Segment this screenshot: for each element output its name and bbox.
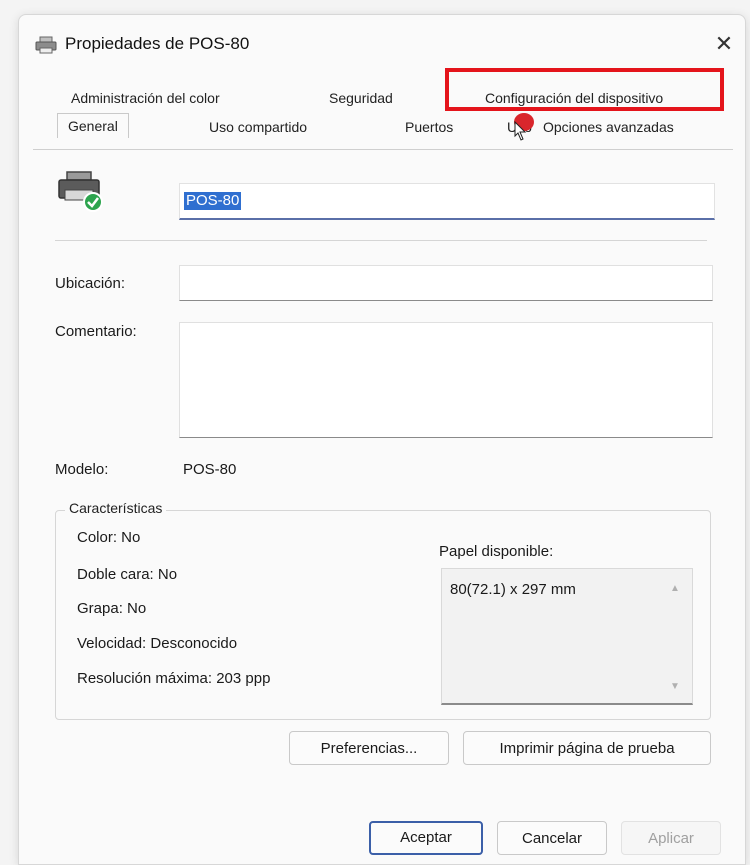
printer-name-text: POS-80 xyxy=(184,192,242,210)
printer-name-input[interactable]: POS-80 xyxy=(179,183,715,220)
apply-button[interactable]: Aplicar xyxy=(621,821,721,855)
model-label: Modelo: xyxy=(55,461,109,478)
mouse-cursor-icon xyxy=(514,121,527,141)
tab-sharing[interactable]: Uso compartido xyxy=(209,119,307,135)
printer-properties-dialog: Propiedades de POS-80 ✕ Administración d… xyxy=(18,14,746,865)
comment-textarea[interactable] xyxy=(179,322,713,438)
separator xyxy=(55,240,707,241)
paper-available-label: Papel disponible: xyxy=(439,543,554,560)
tab-advanced[interactable]: Opciones avanzadas xyxy=(543,119,674,135)
paper-listbox[interactable]: 80(72.1) x 297 mm ▲ ▼ xyxy=(441,568,693,705)
printer-ready-icon xyxy=(58,171,103,212)
tab-ports[interactable]: Puertos xyxy=(405,119,453,135)
location-label: Ubicación: xyxy=(55,275,126,292)
print-test-page-button[interactable]: Imprimir página de prueba xyxy=(463,731,711,765)
scroll-down-icon[interactable]: ▼ xyxy=(670,681,680,692)
feature-resolution: Resolución máxima: 203 ppp xyxy=(77,670,271,687)
scroll-up-icon[interactable]: ▲ xyxy=(670,583,680,594)
feature-staple: Grapa: No xyxy=(77,600,147,617)
feature-color: Color: No xyxy=(77,529,141,546)
model-value: POS-80 xyxy=(183,461,237,478)
features-group-title: Características xyxy=(65,500,167,516)
list-item[interactable]: 80(72.1) x 297 mm xyxy=(450,581,576,598)
tab-security[interactable]: Seguridad xyxy=(329,90,393,106)
highlight-annotation xyxy=(445,68,724,111)
preferences-button[interactable]: Preferencias... xyxy=(289,731,449,765)
printer-icon xyxy=(35,36,57,54)
feature-speed: Velocidad: Desconocido xyxy=(77,635,238,652)
location-input[interactable] xyxy=(179,265,713,301)
cancel-button[interactable]: Cancelar xyxy=(497,821,607,855)
window-title: Propiedades de POS-80 xyxy=(65,34,250,53)
title-bar: Propiedades de POS-80 ✕ xyxy=(19,15,745,73)
tab-general[interactable]: General xyxy=(57,113,129,138)
feature-duplex: Doble cara: No xyxy=(77,566,178,583)
close-icon: ✕ xyxy=(714,31,734,56)
ok-button[interactable]: Aceptar xyxy=(369,821,483,855)
close-button[interactable]: ✕ xyxy=(709,29,739,59)
comment-label: Comentario: xyxy=(55,323,137,340)
tab-color-management[interactable]: Administración del color xyxy=(71,90,220,106)
tab-divider xyxy=(33,149,733,150)
